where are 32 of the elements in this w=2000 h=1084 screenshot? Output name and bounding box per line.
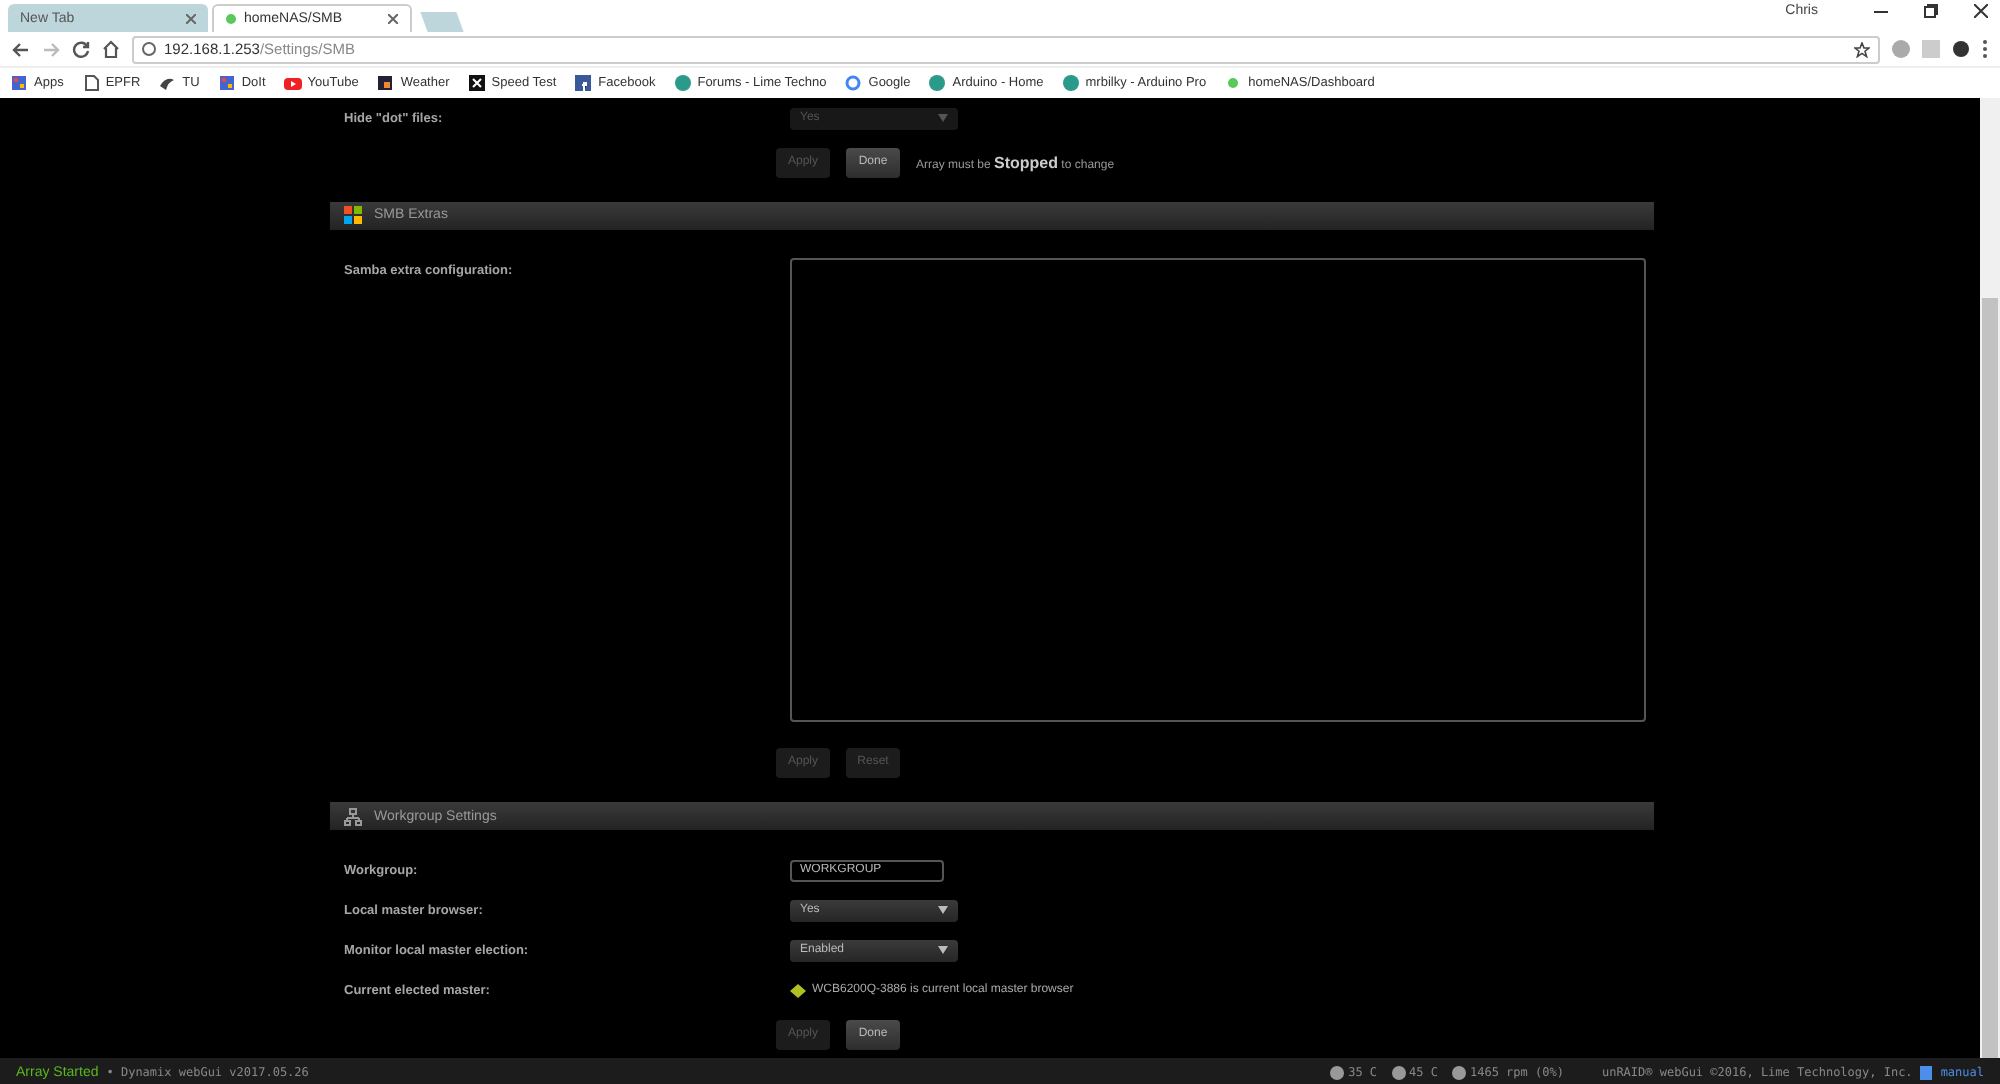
home-icon[interactable]	[102, 40, 120, 58]
gauge-icon	[1391, 1065, 1406, 1079]
circle-icon	[1061, 74, 1080, 92]
caret-icon	[938, 906, 948, 914]
close-icon[interactable]	[1974, 4, 1988, 18]
circle-icon	[928, 74, 947, 92]
x-icon	[467, 74, 486, 92]
circle-icon	[673, 74, 692, 92]
network-icon	[344, 807, 362, 826]
reload-icon[interactable]	[72, 40, 90, 58]
gauge-icon	[1330, 1065, 1345, 1079]
ring-icon	[844, 74, 863, 92]
restore-icon[interactable]	[1924, 4, 1938, 18]
caret-icon	[938, 114, 948, 122]
play-icon	[283, 74, 302, 92]
menu-icon[interactable]	[1982, 40, 1988, 58]
scrollbar[interactable]	[1980, 98, 2000, 1058]
caret-icon	[938, 946, 948, 954]
letter-icon	[574, 74, 593, 92]
back-icon[interactable]	[12, 41, 30, 57]
grid-icon	[10, 74, 28, 92]
flag-icon	[344, 206, 362, 225]
page-icon	[81, 74, 100, 92]
close-icon[interactable]	[388, 14, 398, 24]
gauge-icon	[1452, 1065, 1466, 1079]
status-dot-icon	[226, 14, 236, 24]
bird-icon	[158, 74, 177, 92]
book-icon	[1920, 1065, 1933, 1079]
square-icon	[376, 74, 395, 92]
dot-icon	[1224, 74, 1243, 92]
status-icon	[790, 983, 806, 997]
grid-icon	[217, 74, 236, 92]
